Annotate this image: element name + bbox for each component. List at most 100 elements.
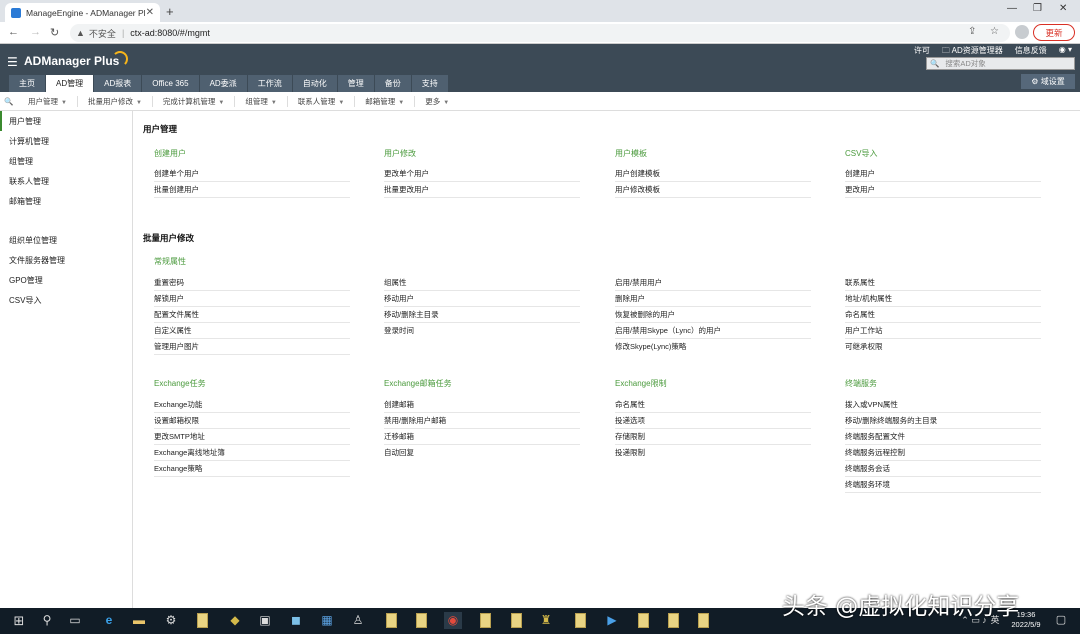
link-exchange-oab[interactable]: Exchange离线地址簿	[154, 447, 350, 461]
search-icon[interactable]: 🔍	[0, 97, 18, 106]
link-move-users[interactable]: 移动用户	[384, 293, 580, 307]
link-ts-remote-control[interactable]: 终端服务远程控制	[845, 447, 1041, 461]
link-group-attributes[interactable]: 组属性	[384, 277, 580, 291]
app-logo[interactable]: ADManager Plus	[24, 51, 128, 68]
close-tab-icon[interactable]: ✕	[146, 7, 154, 18]
link-bulk-create-users[interactable]: 批量创建用户	[154, 184, 350, 198]
app-document-icon[interactable]	[416, 613, 427, 628]
submenu-more[interactable]: 更多 ▼	[415, 96, 459, 107]
link-address-org-attributes[interactable]: 地址/机构属性	[845, 293, 1041, 307]
app-document-icon[interactable]	[575, 613, 586, 628]
new-tab-button[interactable]: +	[166, 4, 174, 19]
share-icon[interactable]: ⇪	[968, 26, 976, 37]
notification-icon[interactable]: ▢	[1052, 612, 1070, 629]
search-icon[interactable]: ⚲	[38, 612, 56, 629]
app-document-icon[interactable]	[668, 613, 679, 628]
link-custom-attributes[interactable]: 自定义属性	[154, 325, 350, 339]
powershell-icon[interactable]: ▶	[603, 612, 621, 629]
submenu-user-mgmt[interactable]: 用户管理 ▼	[18, 95, 78, 107]
update-button[interactable]: 更新	[1033, 24, 1075, 41]
sidebar-item-fileserver-mgmt[interactable]: 文件服务器管理	[0, 250, 132, 270]
link-mailbox-permissions[interactable]: 设置邮箱权限	[154, 415, 350, 429]
tab-support[interactable]: 支持	[411, 75, 448, 92]
sidebar-item-contact-mgmt[interactable]: 联系人管理	[0, 171, 132, 191]
app-document-icon[interactable]	[480, 613, 491, 628]
link-create-single-user[interactable]: 创建单个用户	[154, 168, 350, 182]
link-naming-attributes[interactable]: 命名属性	[845, 309, 1041, 323]
hamburger-menu-icon[interactable]: ☰	[7, 55, 18, 69]
sidebar-item-csv-import[interactable]: CSV导入	[0, 290, 132, 310]
link-reset-password[interactable]: 重置密码	[154, 277, 350, 291]
submenu-mailbox-mgmt[interactable]: 邮箱管理 ▼	[355, 95, 416, 107]
link-storage-limits[interactable]: 存储限制	[615, 431, 811, 445]
sidebar-item-gpo-mgmt[interactable]: GPO管理	[0, 270, 132, 290]
tab-ad-management[interactable]: AD管理	[46, 75, 94, 92]
app-user-icon[interactable]: ▦	[318, 612, 336, 629]
tab-automation[interactable]: 自动化	[292, 75, 337, 92]
task-view-icon[interactable]: ▭	[66, 612, 84, 629]
url-field[interactable]: ▲ 不安全 | ctx-ad:8080/#/mgmt	[70, 24, 1010, 42]
search-input[interactable]: 🔍 搜索AD对象	[926, 57, 1075, 70]
tab-ad-delegation[interactable]: AD委派	[199, 75, 247, 92]
link-auto-reply[interactable]: 自动回复	[384, 447, 580, 460]
link-disable-delete-mailbox[interactable]: 禁用/删除用户邮箱	[384, 415, 580, 429]
link-user-modify-template[interactable]: 用户修改模板	[615, 184, 811, 198]
sidebar-item-mailbox-mgmt[interactable]: 邮箱管理	[0, 191, 132, 211]
bookmark-star-icon[interactable]: ☆	[990, 26, 999, 37]
submenu-computer-mgmt[interactable]: 完成计算机管理 ▼	[153, 95, 236, 107]
file-explorer-icon[interactable]: ▬	[130, 612, 148, 629]
link-modify-skype-policy[interactable]: 修改Skype(Lync)策略	[615, 341, 811, 354]
link-logon-hours[interactable]: 登录时间	[384, 325, 580, 338]
sidebar-item-group-mgmt[interactable]: 组管理	[0, 151, 132, 171]
settings-icon[interactable]: ⚙	[162, 612, 180, 629]
cmd-icon[interactable]: ▣	[256, 612, 274, 629]
tab-office365[interactable]: Office 365	[142, 75, 199, 92]
app-tree-icon[interactable]: ♙	[349, 612, 367, 629]
profile-avatar-icon[interactable]	[1015, 25, 1029, 39]
link-enable-disable-users[interactable]: 启用/禁用用户	[615, 277, 811, 291]
app-document-icon[interactable]	[698, 613, 709, 628]
back-icon[interactable]: ←	[8, 26, 19, 38]
link-dialin-vpn[interactable]: 拨入或VPN属性	[845, 399, 1041, 413]
sidebar-item-user-mgmt[interactable]: 用户管理	[0, 111, 132, 131]
link-unlock-users[interactable]: 解锁用户	[154, 293, 350, 307]
link-restore-deleted-users[interactable]: 恢复被删除的用户	[615, 309, 811, 323]
minimize-icon[interactable]: —	[1007, 3, 1017, 14]
app-tool-icon[interactable]: ◆	[226, 612, 244, 629]
app-icon[interactable]: ◼	[287, 612, 305, 629]
link-enable-disable-skype[interactable]: 启用/禁用Skype（Lync）的用户	[615, 325, 811, 339]
link-migrate-mailbox[interactable]: 迁移邮箱	[384, 431, 580, 445]
app-icon[interactable]: ♜	[537, 612, 555, 629]
link-csv-modify-users[interactable]: 更改用户	[845, 184, 1041, 198]
link-exchange-features[interactable]: Exchange功能	[154, 399, 350, 413]
domain-settings-button[interactable]: ⚙ 域设置	[1021, 74, 1075, 89]
link-ts-profile[interactable]: 终端服务配置文件	[845, 431, 1041, 445]
close-window-icon[interactable]: ✕	[1059, 3, 1067, 14]
link-contact-attributes[interactable]: 联系属性	[845, 277, 1041, 291]
submenu-contact-mgmt[interactable]: 联系人管理 ▼	[288, 95, 356, 107]
link-exchange-policy[interactable]: Exchange策略	[154, 463, 350, 477]
tab-home[interactable]: 主页	[9, 75, 45, 92]
link-manage-user-photo[interactable]: 管理用户图片	[154, 341, 350, 355]
link-change-smtp[interactable]: 更改SMTP地址	[154, 431, 350, 445]
forward-icon[interactable]: →	[30, 26, 41, 38]
browser-tab[interactable]: ManageEngine - ADManager Plus ✕	[5, 3, 160, 22]
submenu-group-mgmt[interactable]: 组管理 ▼	[235, 95, 288, 107]
link-profile-attributes[interactable]: 配置文件属性	[154, 309, 350, 323]
restore-icon[interactable]: ❐	[1033, 3, 1042, 14]
app-document-icon[interactable]	[386, 613, 397, 628]
link-delete-users[interactable]: 删除用户	[615, 293, 811, 307]
link-ts-sessions[interactable]: 终端服务会话	[845, 463, 1041, 477]
reload-icon[interactable]: ↻	[50, 26, 59, 39]
link-user-workstations[interactable]: 用户工作站	[845, 325, 1041, 339]
sidebar-item-computer-mgmt[interactable]: 计算机管理	[0, 131, 132, 151]
link-delivery-restrictions[interactable]: 投递限制	[615, 447, 811, 460]
tab-backup[interactable]: 备份	[374, 75, 411, 92]
link-delivery-options[interactable]: 投递选项	[615, 415, 811, 429]
link-modify-single-user[interactable]: 更改单个用户	[384, 168, 580, 182]
link-move-delete-home[interactable]: 移动/删除主目录	[384, 309, 580, 323]
tab-admin[interactable]: 管理	[337, 75, 374, 92]
link-exchange-naming-attributes[interactable]: 命名属性	[615, 399, 811, 413]
tab-ad-reports[interactable]: AD报表	[94, 75, 142, 92]
link-user-creation-template[interactable]: 用户创建模板	[615, 168, 811, 182]
